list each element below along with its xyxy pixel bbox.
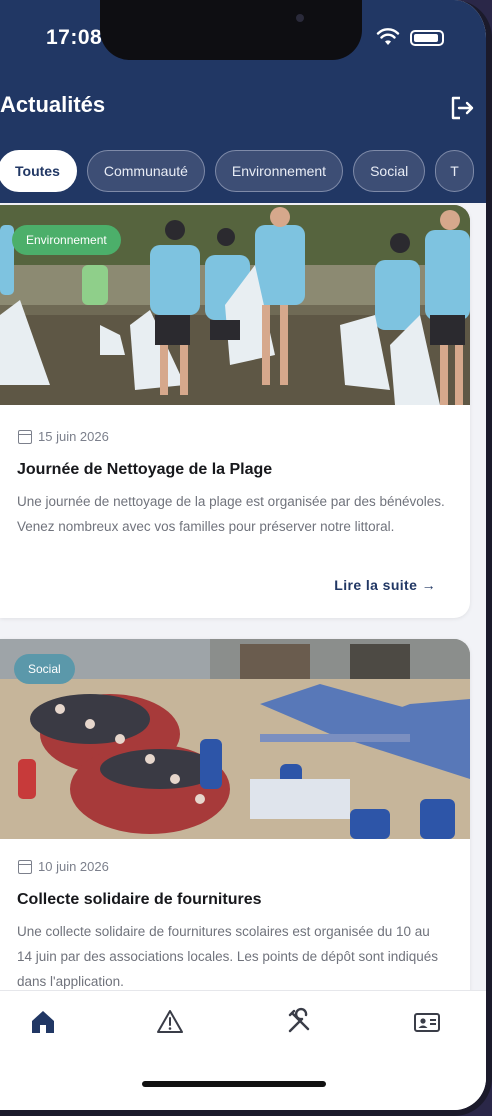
status-bar: 17:08 — [0, 0, 486, 70]
status-time: 17:08 — [46, 26, 103, 49]
battery-icon — [410, 30, 444, 46]
id-card-icon[interactable] — [412, 1007, 442, 1037]
news-date-text: 10 juin 2026 — [38, 859, 109, 874]
news-date: 10 juin 2026 — [18, 859, 109, 874]
tools-icon[interactable] — [284, 1007, 314, 1037]
news-date-text: 15 juin 2026 — [38, 429, 109, 444]
app-header: 17:08 Actualités Toutes Communauté Envir… — [0, 0, 486, 203]
camera-notch — [100, 0, 362, 60]
warning-icon[interactable] — [155, 1007, 185, 1037]
category-badge-social: Social — [14, 654, 75, 684]
news-image-supply-collection: Social — [0, 639, 470, 839]
calendar-icon — [18, 859, 32, 874]
news-card[interactable]: Environnement 15 juin 2026 Journée de Ne… — [0, 205, 470, 618]
news-feed[interactable]: Environnement 15 juin 2026 Journée de Ne… — [0, 203, 486, 990]
home-icon[interactable] — [28, 1007, 58, 1037]
news-title: Journée de Nettoyage de la Plage — [17, 461, 273, 478]
phone-screen: 17:08 Actualités Toutes Communauté Envir… — [0, 0, 492, 1116]
bottom-tab-bar — [0, 990, 486, 1110]
news-excerpt: Une journée de nettoyage de la plage est… — [17, 494, 445, 534]
calendar-icon — [18, 429, 32, 444]
camera-icon — [296, 14, 304, 22]
news-title: Collecte solidaire de fournitures — [17, 891, 262, 908]
category-filters: Toutes Communauté Environnement Social T — [0, 150, 474, 192]
page-title: Actualités — [0, 92, 106, 117]
category-badge-environnement: Environnement — [12, 225, 121, 255]
filter-chip-communaute[interactable]: Communauté — [86, 150, 205, 192]
news-date: 15 juin 2026 — [18, 429, 109, 444]
filter-chip-partial[interactable]: T — [435, 150, 474, 192]
read-more-link[interactable]: Lire la suite → — [334, 577, 436, 593]
news-image-beach-cleanup: Environnement — [0, 205, 470, 405]
filter-chip-environnement[interactable]: Environnement — [214, 150, 344, 192]
home-indicator[interactable] — [142, 1081, 326, 1087]
news-card[interactable]: Social 10 juin 2026 Collecte solidaire d… — [0, 639, 470, 990]
logout-icon[interactable] — [448, 94, 476, 122]
filter-chip-toutes[interactable]: Toutes — [0, 150, 77, 192]
news-excerpt: Une collecte solidaire de fournitures sc… — [17, 924, 439, 989]
wifi-icon — [376, 28, 400, 45]
filter-chip-social[interactable]: Social — [353, 150, 426, 192]
